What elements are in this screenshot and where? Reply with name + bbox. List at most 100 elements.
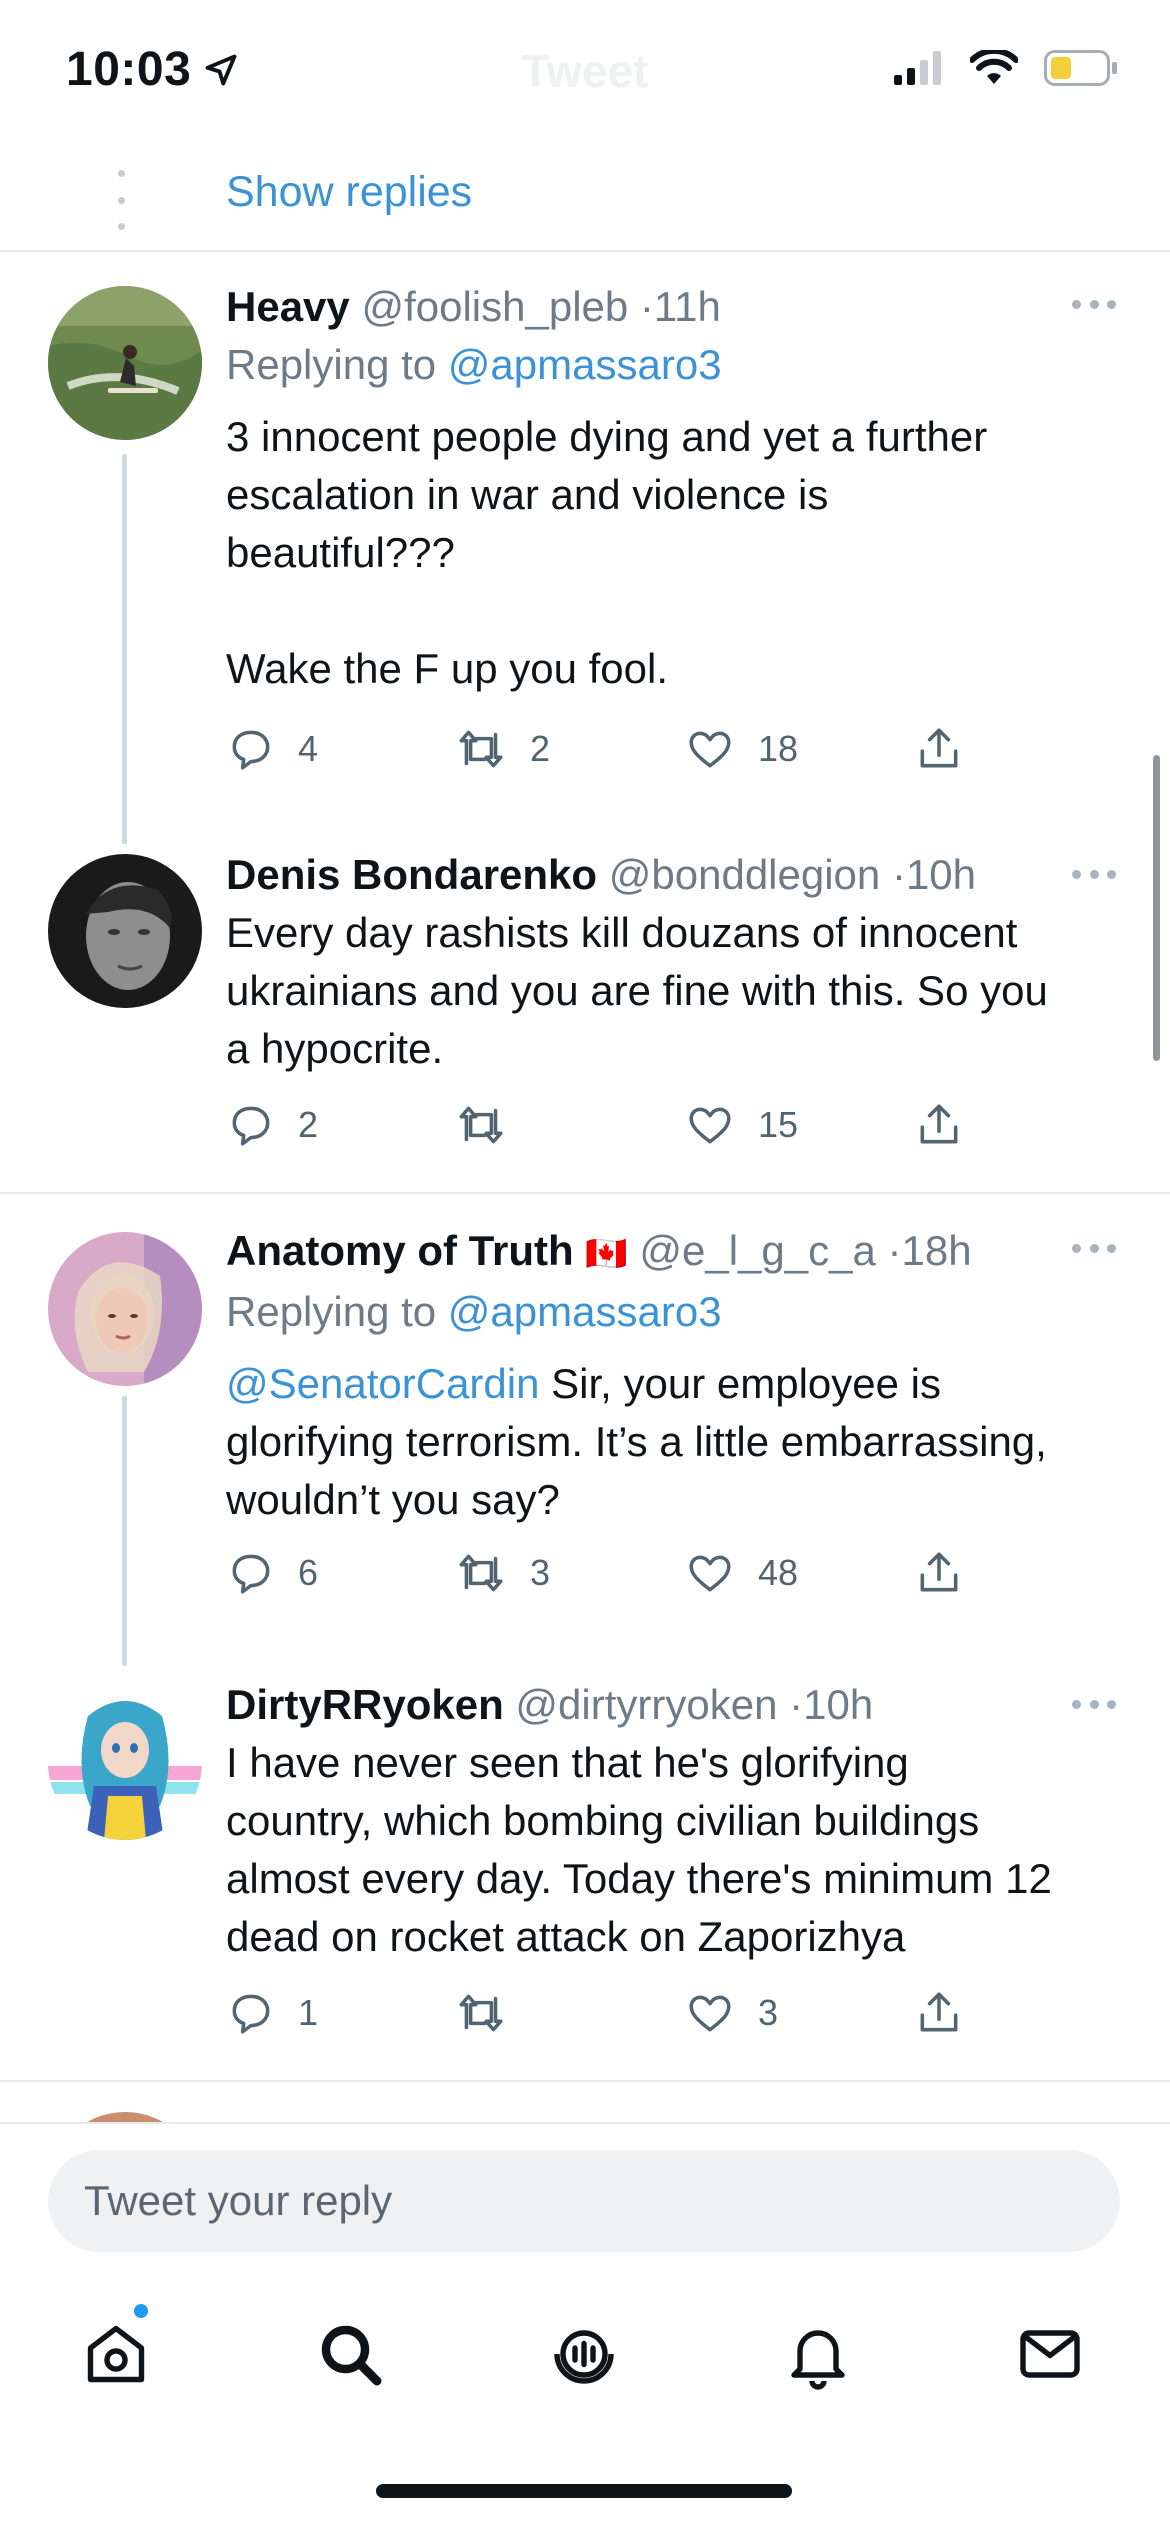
retweet-icon xyxy=(459,730,503,768)
like-action[interactable]: 3 xyxy=(684,1988,778,2038)
heart-icon xyxy=(689,1555,731,1592)
location-arrow-icon xyxy=(205,54,237,85)
share-icon xyxy=(920,1992,958,2032)
body-mention[interactable]: @SenatorCardin xyxy=(226,1360,539,1407)
spaces-icon xyxy=(554,2330,614,2384)
handle[interactable]: @e_l_g_c_a xyxy=(639,1227,875,1274)
tweet-text-line: a hypocrite. xyxy=(226,1025,444,1072)
scrollbar-thumb[interactable] xyxy=(1153,755,1160,1061)
more-options-icon[interactable] xyxy=(1072,870,1116,882)
separator-dot: · xyxy=(639,283,654,330)
tweet-text: I have never seen that he's glorifying c… xyxy=(226,1734,1130,1966)
notifications-icon xyxy=(791,2330,845,2390)
more-options-icon[interactable] xyxy=(1072,1244,1116,1256)
reply-action[interactable]: 1 xyxy=(226,1988,318,2038)
share-action[interactable] xyxy=(914,1100,964,1150)
timestamp[interactable]: 18h xyxy=(902,1227,972,1274)
avatar[interactable] xyxy=(48,286,202,440)
status-bar: Tweet 10:03 xyxy=(0,0,1170,150)
notification-dot xyxy=(132,2302,150,2320)
thread-divider xyxy=(0,2080,1170,2082)
replying-prefix: Replying to xyxy=(226,1288,437,1335)
tweet-text-segment: Sir, your employee is xyxy=(539,1360,941,1407)
reply-action[interactable]: 2 xyxy=(226,1100,318,1150)
reply-icon xyxy=(232,730,270,770)
show-replies-row[interactable]: Show replies xyxy=(0,150,1170,252)
tweet-text: Every day rashists kill douzans of innoc… xyxy=(226,904,1130,1078)
display-name[interactable]: Heavy xyxy=(226,283,350,330)
timestamp[interactable]: 10h xyxy=(803,1681,873,1728)
replying-prefix: Replying to xyxy=(226,341,437,388)
like-action[interactable]: 15 xyxy=(684,1100,798,1150)
retweet-action[interactable]: 2 xyxy=(454,724,550,774)
status-time: 10:03 xyxy=(66,42,239,97)
handle[interactable]: @foolish_pleb xyxy=(361,283,628,330)
nav-search[interactable] xyxy=(290,2294,410,2414)
avatar[interactable] xyxy=(48,1232,202,1386)
battery-icon xyxy=(1044,50,1117,86)
avatar[interactable] xyxy=(48,854,202,1008)
tweet-text-line: Wake the F up you fool. xyxy=(226,645,669,692)
bottom-nav xyxy=(0,2294,1170,2424)
display-name[interactable]: DirtyRRyoken xyxy=(226,1681,504,1728)
nav-messages[interactable] xyxy=(990,2294,1110,2414)
tweet-text-line: glorifying terrorism. It’s a little emba… xyxy=(226,1418,1047,1465)
tweet-text-line: country, which bombing civilian building… xyxy=(226,1797,980,1844)
display-name[interactable]: Anatomy of Truth xyxy=(226,1227,574,1274)
timestamp[interactable]: 10h xyxy=(906,851,976,898)
tweet-text-line: almost every day. Today there's minimum … xyxy=(226,1855,1052,1902)
share-icon xyxy=(920,1104,958,1144)
show-replies-link[interactable]: Show replies xyxy=(226,168,472,217)
share-action[interactable] xyxy=(914,724,964,774)
retweet-action[interactable] xyxy=(454,1988,530,2038)
retweet-action[interactable]: 3 xyxy=(454,1548,550,1598)
more-options-icon[interactable] xyxy=(1072,1700,1116,1712)
tweet-text-line: I have never seen that he's glorifying xyxy=(226,1739,909,1786)
replying-to-mention[interactable]: @apmassaro3 xyxy=(448,341,722,388)
reply-action[interactable]: 6 xyxy=(226,1548,318,1598)
canada-flag-icon: 🇨🇦 xyxy=(585,1235,628,1273)
tweet-content: Anatomy of Truth 🇨🇦 @e_l_g_c_a ·18h Repl… xyxy=(226,1222,1130,1529)
status-indicators xyxy=(894,50,1118,86)
separator-dot: · xyxy=(891,851,906,898)
tweet-text-line: ukrainians and you are fine with this. S… xyxy=(226,967,1048,1014)
tweet-content: Heavy @foolish_pleb ·11h Replying to @ap… xyxy=(226,278,1130,698)
display-name[interactable]: Denis Bondarenko xyxy=(226,851,597,898)
nav-notifications[interactable] xyxy=(758,2294,878,2414)
like-action[interactable]: 18 xyxy=(684,724,798,774)
like-count: 18 xyxy=(758,728,799,769)
tweet-reply-input[interactable] xyxy=(48,2150,1120,2252)
search-icon xyxy=(321,2325,382,2386)
reply-zone xyxy=(0,2122,1170,2532)
share-action[interactable] xyxy=(914,1548,964,1598)
reply-icon xyxy=(232,1554,270,1594)
share-action[interactable] xyxy=(914,1988,964,2038)
retweet-count: 3 xyxy=(530,1552,551,1593)
tweet[interactable]: Denis Bondarenko @bonddlegion ·10h Every… xyxy=(0,830,1170,1190)
like-action[interactable]: 48 xyxy=(684,1548,798,1598)
nav-home[interactable] xyxy=(56,2294,176,2414)
replying-to-mention[interactable]: @apmassaro3 xyxy=(448,1288,722,1335)
timestamp[interactable]: 11h xyxy=(654,283,721,330)
wifi-icon xyxy=(970,50,1018,84)
reply-action[interactable]: 4 xyxy=(226,724,318,774)
tweet-content: Denis Bondarenko @bonddlegion ·10h Every… xyxy=(226,846,1130,1078)
like-count: 3 xyxy=(758,1992,779,2033)
handle[interactable]: @dirtyrryoken xyxy=(515,1681,777,1728)
thread-line xyxy=(122,1396,127,1666)
tweet[interactable]: DirtyRRyoken @dirtyrryoken ·10h I have n… xyxy=(0,1660,1170,2080)
retweet-action[interactable] xyxy=(454,1100,530,1150)
handle[interactable]: @bonddlegion xyxy=(609,851,881,898)
tweet[interactable]: Anatomy of Truth 🇨🇦 @e_l_g_c_a ·18h Repl… xyxy=(0,1200,1170,1666)
home-indicator[interactable] xyxy=(376,2484,792,2498)
more-options-icon[interactable] xyxy=(1072,300,1116,312)
reply-count: 1 xyxy=(298,1992,319,2033)
nav-spaces[interactable] xyxy=(524,2294,644,2414)
tweet-text-line-first: @SenatorCardin Sir, your employee is xyxy=(226,1355,1130,1413)
tweet-header: Anatomy of Truth 🇨🇦 @e_l_g_c_a ·18h xyxy=(226,1222,1130,1283)
tweet[interactable]: Heavy @foolish_pleb ·11h Replying to @ap… xyxy=(0,254,1170,844)
tweet-header: DirtyRRyoken @dirtyrryoken ·10h xyxy=(226,1676,1130,1734)
reply-icon xyxy=(232,1994,270,2034)
avatar[interactable] xyxy=(48,1686,202,1840)
tweet-text-line: beautiful??? xyxy=(226,529,455,576)
